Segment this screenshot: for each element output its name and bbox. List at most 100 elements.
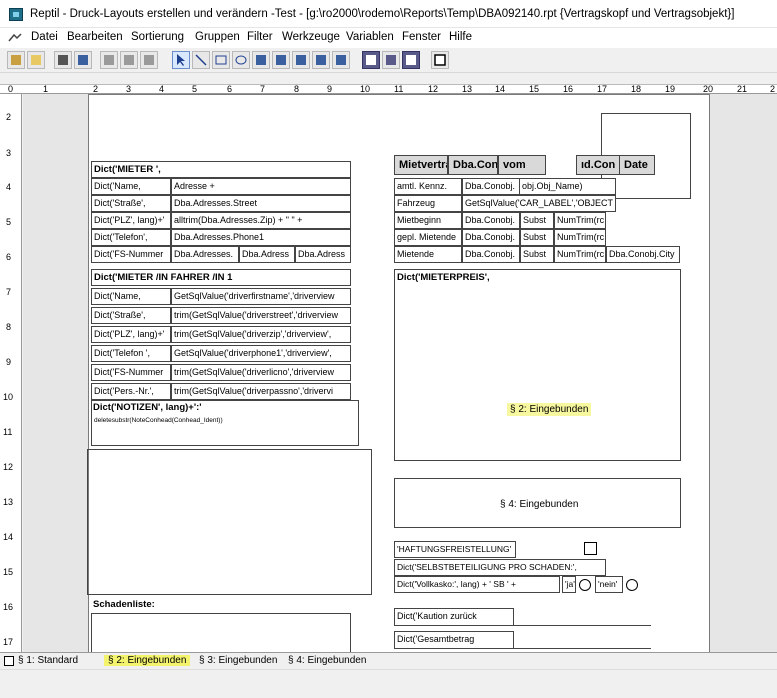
paste-icon[interactable]	[140, 51, 158, 69]
mieter-label[interactable]: Dict('PLZ', lang)+'	[91, 212, 171, 229]
table-tool-icon[interactable]	[312, 51, 330, 69]
vertrag-value[interactable]: obj.Obj_Name)	[520, 178, 616, 195]
line-tool-icon[interactable]	[192, 51, 210, 69]
haftung-title[interactable]: 'HAFTUNGSFREISTELLUNG'	[394, 541, 516, 558]
fahrer-label[interactable]: Dict('Straße',	[91, 307, 171, 324]
vertrag-value[interactable]: GetSqlValue('CAR_LABEL','OBJECT	[462, 195, 616, 212]
fahrer-value[interactable]: trim(GetSqlValue('driverlicno','drivervi…	[171, 364, 351, 381]
mieter-value[interactable]: Dba.Adress	[295, 246, 351, 263]
open-icon[interactable]	[27, 51, 45, 69]
vertrag-value[interactable]: Dba.Conobj.City	[606, 246, 680, 263]
vertrag-header-vom[interactable]: vom	[498, 155, 546, 175]
fahrer-value[interactable]: trim(GetSqlValue('driverzip','driverview…	[171, 326, 351, 343]
gesamtbetrag-label[interactable]: Dict('Gesamtbetrag	[394, 631, 514, 649]
nein-label[interactable]: 'nein'	[595, 576, 623, 593]
fahrer-value[interactable]: trim(GetSqlValue('driverpassno','driverv…	[171, 383, 351, 400]
text-tool-icon[interactable]	[272, 51, 290, 69]
menu-werkzeuge[interactable]: Werkzeuge	[282, 31, 340, 43]
mieter-value[interactable]: Adresse +	[171, 178, 351, 195]
tab-eingebunden-4[interactable]: § 4: Eingebunden	[288, 655, 366, 666]
design-canvas[interactable]: Dict('MIETER ', Dict('Name, Adresse + Di…	[23, 94, 777, 652]
fahrer-value[interactable]: trim(GetSqlValue('driverstreet','driverv…	[171, 307, 351, 324]
mieter-label[interactable]: Dict('FS-Nummer	[91, 246, 171, 263]
page-icon[interactable]	[431, 51, 449, 69]
fahrer-label[interactable]: Dict('Name,	[91, 288, 171, 305]
vertrag-header-date[interactable]: Date	[619, 155, 655, 175]
menu-filter[interactable]: Filter	[247, 31, 273, 43]
field-tool-icon[interactable]	[292, 51, 310, 69]
vertrag-value[interactable]: Subst	[520, 229, 554, 246]
mieter-value[interactable]: Dba.Adresses.	[171, 246, 239, 263]
vertrag-value[interactable]: NumTrim(rc	[554, 229, 606, 246]
empty-frame-left[interactable]	[87, 449, 372, 595]
mieter-label[interactable]: Dict('Telefon',	[91, 229, 171, 246]
system-menu-icon[interactable]	[8, 32, 22, 44]
grid-icon[interactable]	[362, 51, 380, 69]
rectangle-tool-icon[interactable]	[212, 51, 230, 69]
ja-label[interactable]: 'ja'	[562, 576, 576, 593]
tab-eingebunden-2[interactable]: § 2: Eingebunden	[104, 655, 191, 666]
vertrag-header-title[interactable]: Mietvertrag	[394, 155, 448, 175]
fahrer-value[interactable]: GetSqlValue('driverfirstname','drivervie…	[171, 288, 351, 305]
fahrer-label[interactable]: Dict('Telefon ',	[91, 345, 171, 362]
vertrag-label[interactable]: gepl. Mietende	[394, 229, 462, 246]
menu-hilfe[interactable]: Hilfe	[449, 31, 472, 43]
mieter-label[interactable]: Dict('Name,	[91, 178, 171, 195]
vertrag-value[interactable]: NumTrim(rc	[554, 246, 606, 263]
schadenliste-label[interactable]: Schadenliste:	[91, 597, 187, 614]
vertrag-value[interactable]: Dba.Conobj.	[462, 178, 520, 195]
selbstbeteiligung-label[interactable]: Dict('SELBSTBETEILIGUNG PRO SCHADEN:',	[394, 559, 606, 576]
cut-icon[interactable]	[100, 51, 118, 69]
vertrag-label[interactable]: amtl. Kennz.	[394, 178, 462, 195]
haftung-checkbox[interactable]	[584, 542, 597, 555]
new-icon[interactable]	[7, 51, 25, 69]
vertrag-header-con[interactable]: ıd.Con	[576, 155, 624, 175]
schadenliste-frame[interactable]	[91, 613, 351, 652]
mietpreis-frame[interactable]	[394, 285, 681, 461]
page-icon[interactable]	[4, 656, 14, 666]
vertrag-value[interactable]: Dba.Conobj.	[462, 229, 520, 246]
ja-radio[interactable]	[579, 579, 591, 591]
preview-icon[interactable]	[74, 51, 92, 69]
vertrag-value[interactable]: Dba.Conobj.	[462, 246, 520, 263]
menu-datei[interactable]: Datei	[31, 31, 58, 43]
chart-tool-icon[interactable]	[332, 51, 350, 69]
menu-gruppen[interactable]: Gruppen	[195, 31, 240, 43]
mieter-value[interactable]: alltrim(Dba.Adresses.Zip) + " " +	[171, 212, 351, 229]
vertrag-header-number[interactable]: Dba.Conhea	[448, 155, 498, 175]
vertrag-label[interactable]: Mietbeginn	[394, 212, 462, 229]
fahrer-label[interactable]: Dict('PLZ', lang)+'	[91, 326, 171, 343]
mieter-value[interactable]: Dba.Adresses.Street	[171, 195, 351, 212]
kaution-label[interactable]: Dict('Kaution zurück	[394, 608, 514, 626]
vertrag-value[interactable]: NumTrim(rc	[554, 212, 606, 229]
fahrer-label[interactable]: Dict('Pers.-Nr.',	[91, 383, 171, 400]
report-page[interactable]: Dict('MIETER ', Dict('Name, Adresse + Di…	[87, 94, 710, 652]
tab-eingebunden-3[interactable]: § 3: Eingebunden	[199, 655, 277, 666]
vertrag-value[interactable]: Subst	[520, 246, 554, 263]
print-icon[interactable]	[54, 51, 72, 69]
vertrag-value[interactable]: Dba.Conobj.	[462, 212, 520, 229]
tab-standard[interactable]: § 1: Standard	[18, 655, 78, 666]
vollkasko-label[interactable]: Dict('Vollkasko:', lang) + ' SB ' +	[394, 576, 560, 593]
eingebunden-2-label[interactable]: § 2: Eingebunden	[507, 403, 592, 416]
menu-variablen[interactable]: Variablen	[346, 31, 394, 43]
menu-fenster[interactable]: Fenster	[402, 31, 441, 43]
fahrer-value[interactable]: GetSqlValue('driverphone1','driverview',	[171, 345, 351, 362]
ellipse-tool-icon[interactable]	[232, 51, 250, 69]
columns-icon[interactable]	[402, 51, 420, 69]
menu-bearbeiten[interactable]: Bearbeiten	[67, 31, 123, 43]
copy-icon[interactable]	[120, 51, 138, 69]
vertrag-label[interactable]: Fahrzeug	[394, 195, 462, 212]
vertrag-label[interactable]: Mietende	[394, 246, 462, 263]
mietpreis-header[interactable]: Dict('MIETERPREIS',	[394, 269, 681, 286]
mieter-header[interactable]: Dict('MIETER ',	[91, 161, 351, 178]
image-tool-icon[interactable]	[252, 51, 270, 69]
mieter-label[interactable]: Dict('Straße',	[91, 195, 171, 212]
vertrag-value[interactable]: Subst	[520, 212, 554, 229]
fahrer-label[interactable]: Dict('FS-Nummer	[91, 364, 171, 381]
mieter-value[interactable]: Dba.Adresses.Phone1	[171, 229, 351, 246]
pointer-icon[interactable]	[172, 51, 190, 69]
align-icon[interactable]	[382, 51, 400, 69]
mieter-value[interactable]: Dba.Adress	[239, 246, 295, 263]
menu-sortierung[interactable]: Sortierung	[131, 31, 184, 43]
